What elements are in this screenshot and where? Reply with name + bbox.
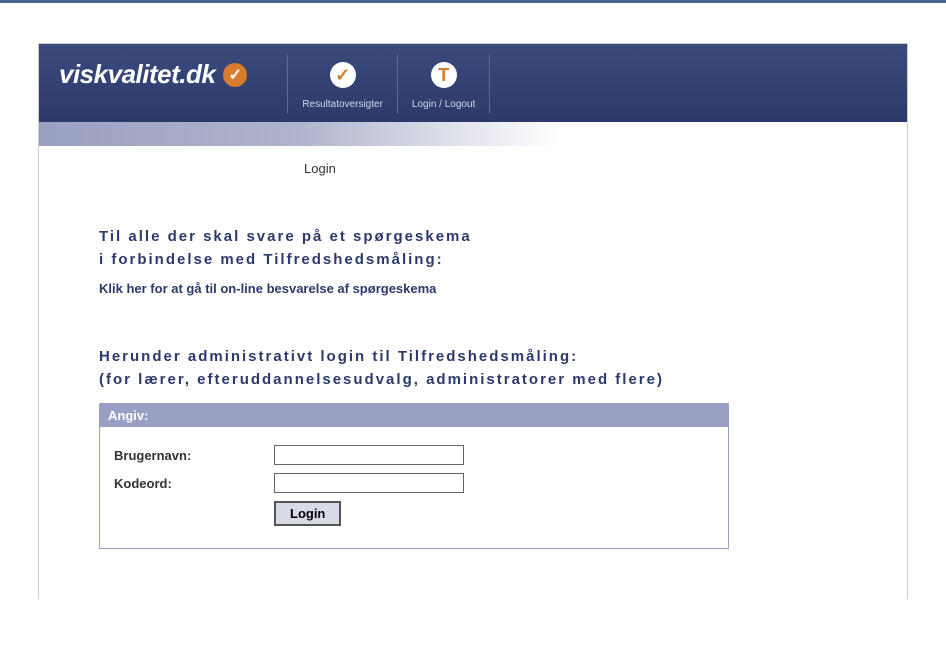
logo-area: viskvalitet.dk ✓	[39, 44, 267, 105]
admin-heading: Herunder administrativt login til Tilfre…	[99, 346, 847, 391]
password-label: Kodeord:	[114, 476, 274, 491]
username-row: Brugernavn:	[114, 445, 714, 465]
intro-heading: Til alle der skal svare på et spørgeskem…	[99, 226, 847, 271]
nav-results-label: Resultatoversigter	[302, 99, 383, 110]
nav-login-logout[interactable]: T Login / Logout	[397, 54, 490, 114]
results-icon: ✓	[330, 62, 356, 88]
nav-login-label: Login / Logout	[412, 99, 475, 110]
login-box: Angiv: Brugernavn: Kodeord: Login	[99, 403, 729, 549]
header: viskvalitet.dk ✓ ✓ Resultatoversigter T …	[39, 44, 907, 122]
logo-text: viskvalitet.dk	[59, 59, 215, 90]
password-input[interactable]	[274, 473, 464, 493]
admin-heading-line2: (for lærer, efteruddannelsesudvalg, admi…	[99, 369, 847, 392]
password-row: Kodeord:	[114, 473, 714, 493]
subheader-bar	[39, 122, 907, 146]
login-button-row: Login	[274, 501, 714, 526]
nav-area: ✓ Resultatoversigter T Login / Logout	[287, 44, 490, 122]
login-box-title: Angiv:	[100, 404, 728, 427]
page-container: viskvalitet.dk ✓ ✓ Resultatoversigter T …	[38, 43, 908, 599]
questionnaire-link[interactable]: Klik her for at gå til on-line besvarels…	[99, 281, 847, 296]
content: Til alle der skal svare på et spørgeskem…	[39, 176, 907, 599]
intro-heading-line1: Til alle der skal svare på et spørgeskem…	[99, 226, 847, 249]
login-button[interactable]: Login	[274, 501, 341, 526]
intro-heading-line2: i forbindelse med Tilfredshedsmåling:	[99, 249, 847, 272]
login-box-body: Brugernavn: Kodeord: Login	[100, 427, 728, 548]
login-icon: T	[431, 62, 457, 88]
admin-heading-line1: Herunder administrativt login til Tilfre…	[99, 346, 847, 369]
breadcrumb: Login	[39, 146, 907, 176]
nav-results[interactable]: ✓ Resultatoversigter	[287, 54, 397, 114]
username-input[interactable]	[274, 445, 464, 465]
logo-check-icon: ✓	[223, 63, 247, 87]
username-label: Brugernavn:	[114, 448, 274, 463]
